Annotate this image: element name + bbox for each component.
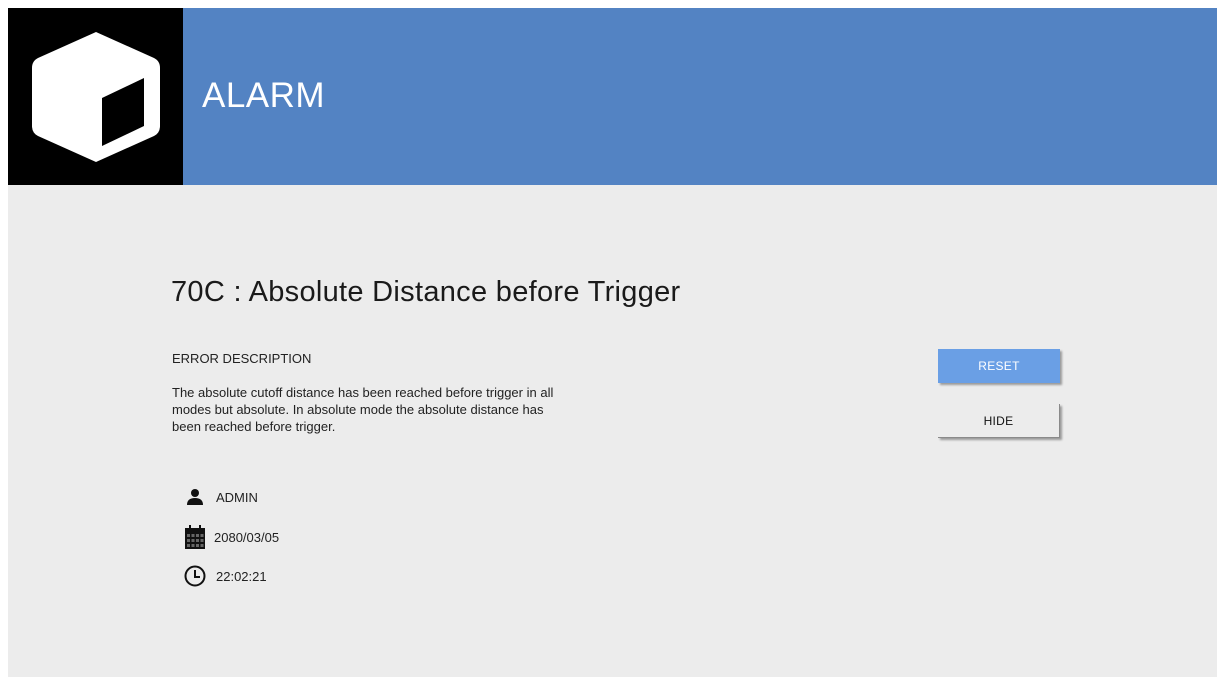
error-description-text: The absolute cutoff distance has been re… (172, 385, 554, 434)
date-row: 2080/03/05 (184, 525, 280, 549)
header-bar: ALARM (8, 8, 1217, 185)
alarm-screen: ALARM 70C : Absolute Distance before Tri… (8, 8, 1217, 677)
user-row: ADMIN (184, 486, 258, 508)
alarm-title: 70C : Absolute Distance before Trigger (171, 276, 681, 308)
cube-icon (32, 32, 160, 162)
time-row: 22:02:21 (184, 565, 267, 587)
time-value: 22:02:21 (216, 568, 267, 584)
clock-icon (184, 565, 206, 587)
error-description-heading: ERROR DESCRIPTION (172, 351, 312, 366)
calendar-icon (184, 525, 206, 549)
user-name: ADMIN (216, 489, 258, 505)
reset-button[interactable]: RESET (938, 349, 1060, 383)
logo (8, 8, 183, 185)
date-value: 2080/03/05 (214, 529, 280, 545)
user-icon (184, 486, 206, 508)
header-title: ALARM (202, 76, 326, 115)
hide-button[interactable]: HIDE (938, 404, 1060, 438)
